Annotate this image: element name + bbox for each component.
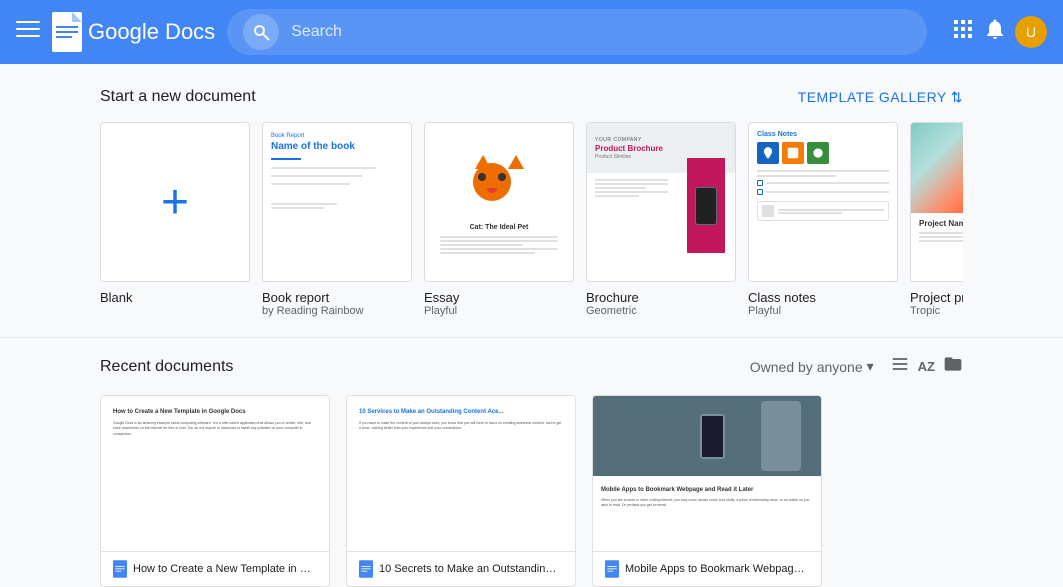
class-notes-title: Class Notes: [757, 131, 889, 138]
search-bar[interactable]: [227, 9, 927, 55]
template-book-report-sub: by Reading Rainbow: [262, 305, 412, 317]
recent-docs-grid: How to Create a New Template in Google D…: [100, 395, 963, 587]
essay-cat-title: Cat: The Ideal Pet: [470, 224, 529, 231]
project-name-label: Project Name: [919, 219, 963, 228]
cat-illustration: [467, 153, 532, 218]
template-book-report-name: Book report: [262, 290, 412, 305]
hamburger-menu-icon[interactable]: [16, 17, 40, 47]
blank-thumb: +: [100, 122, 250, 282]
template-project-proposal[interactable]: Project Name Project proposal Tropic: [910, 122, 963, 317]
main-content: Start a new document TEMPLATE GALLERY ⇅ …: [0, 64, 1063, 587]
doc-3-title: Mobile Apps to Bookmark Webpage and Read…: [625, 563, 805, 575]
essay-thumb: Cat: The Ideal Pet: [424, 122, 574, 282]
project-proposal-thumb: Project Name: [910, 122, 963, 282]
doc-2-thumb: 10 Services to Make an Outstanding Conte…: [347, 396, 575, 551]
doc-icon: [605, 560, 619, 578]
doc-2-preview-title: 10 Services to Make an Outstanding Conte…: [359, 408, 563, 418]
search-icon[interactable]: [243, 14, 279, 50]
template-class-notes-name: Class notes: [748, 290, 898, 305]
recent-doc-2[interactable]: 10 Services to Make an Outstanding Conte…: [346, 395, 576, 587]
recent-doc-1[interactable]: How to Create a New Template in Google D…: [100, 395, 330, 587]
recent-section-title: Recent documents: [100, 358, 233, 376]
templates-header: Start a new document TEMPLATE GALLERY ⇅: [100, 88, 963, 106]
docs-icon: [52, 12, 82, 52]
recent-controls: Owned by anyone ▾ AZ: [750, 354, 963, 379]
doc-3-preview-title: Mobile Apps to Bookmark Webpage and Read…: [601, 486, 813, 496]
view-icons: AZ: [890, 354, 963, 379]
doc-2-title: 10 Secrets to Make an Outstanding Conten…: [379, 563, 559, 575]
template-class-notes[interactable]: Class Notes: [748, 122, 898, 317]
doc-icon: [113, 560, 127, 578]
plus-icon: +: [161, 175, 189, 230]
recent-header: Recent documents Owned by anyone ▾ AZ: [100, 354, 963, 379]
header-right: U: [951, 16, 1047, 48]
br-main-title: Name of the book: [271, 141, 403, 153]
template-blank[interactable]: + Blank: [100, 122, 250, 317]
logo-text: Google Docs: [88, 19, 215, 45]
template-project-proposal-name: Project proposal: [910, 290, 963, 305]
owned-by-filter[interactable]: Owned by anyone ▾: [750, 358, 874, 375]
template-essay-sub: Playful: [424, 305, 574, 317]
template-essay-name: Essay: [424, 290, 574, 305]
notifications-bell-icon[interactable]: [983, 17, 1007, 47]
recent-doc-3[interactable]: Mobile Apps to Bookmark Webpage and Read…: [592, 395, 822, 587]
templates-section-title: Start a new document: [100, 88, 256, 106]
chevron-down-icon: ▾: [867, 358, 874, 375]
doc-3-preview-text: When you are at work or other surfing in…: [601, 498, 813, 509]
folder-view-button[interactable]: [943, 354, 963, 379]
recent-section: Recent documents Owned by anyone ▾ AZ: [100, 338, 963, 587]
template-project-proposal-sub: Tropic: [910, 305, 963, 317]
template-class-notes-sub: Playful: [748, 305, 898, 317]
br-subtitle: Book Report: [271, 133, 403, 139]
template-gallery-button[interactable]: TEMPLATE GALLERY ⇅: [798, 89, 963, 106]
google-docs-logo: Google Docs: [52, 12, 215, 52]
template-essay[interactable]: Cat: The Ideal Pet Essay Playful: [424, 122, 574, 317]
header: Google Docs: [0, 0, 1063, 64]
doc-3-title-bar: Mobile Apps to Bookmark Webpage and Read…: [593, 551, 821, 586]
doc-1-title: How to Create a New Template in Google D…: [133, 563, 313, 575]
chevron-icon: ⇅: [951, 89, 963, 106]
az-sort-button[interactable]: AZ: [918, 359, 935, 374]
search-input[interactable]: [291, 23, 911, 41]
class-notes-thumb: Class Notes: [748, 122, 898, 282]
avatar[interactable]: U: [1015, 16, 1047, 48]
apps-grid-icon[interactable]: [951, 17, 975, 47]
doc-1-preview-text: Google Docs is an amazing example cloud …: [113, 421, 317, 438]
template-brochure[interactable]: Your Company Product Brochure Product Sl…: [586, 122, 736, 317]
template-book-report[interactable]: Book Report Name of the book Book report…: [262, 122, 412, 317]
doc-2-title-bar: 10 Secrets to Make an Outstanding Conten…: [347, 551, 575, 586]
doc-3-image: [593, 396, 821, 476]
templates-grid: + Blank Book Report Name of the book: [100, 122, 963, 317]
brochure-thumb: Your Company Product Brochure Product Sl…: [586, 122, 736, 282]
template-blank-name: Blank: [100, 290, 250, 305]
list-view-button[interactable]: [890, 354, 910, 379]
doc-1-thumb: How to Create a New Template in Google D…: [101, 396, 329, 551]
doc-3-thumb: Mobile Apps to Bookmark Webpage and Read…: [593, 396, 821, 551]
book-report-thumb: Book Report Name of the book: [262, 122, 412, 282]
doc-icon: [359, 560, 373, 578]
template-brochure-sub: Geometric: [586, 305, 736, 317]
template-brochure-name: Brochure: [586, 290, 736, 305]
doc-1-preview-title: How to Create a New Template in Google D…: [113, 408, 317, 418]
doc-1-title-bar: How to Create a New Template in Google D…: [101, 551, 329, 586]
doc-2-preview-text: If you want to make the content of your …: [359, 421, 563, 432]
